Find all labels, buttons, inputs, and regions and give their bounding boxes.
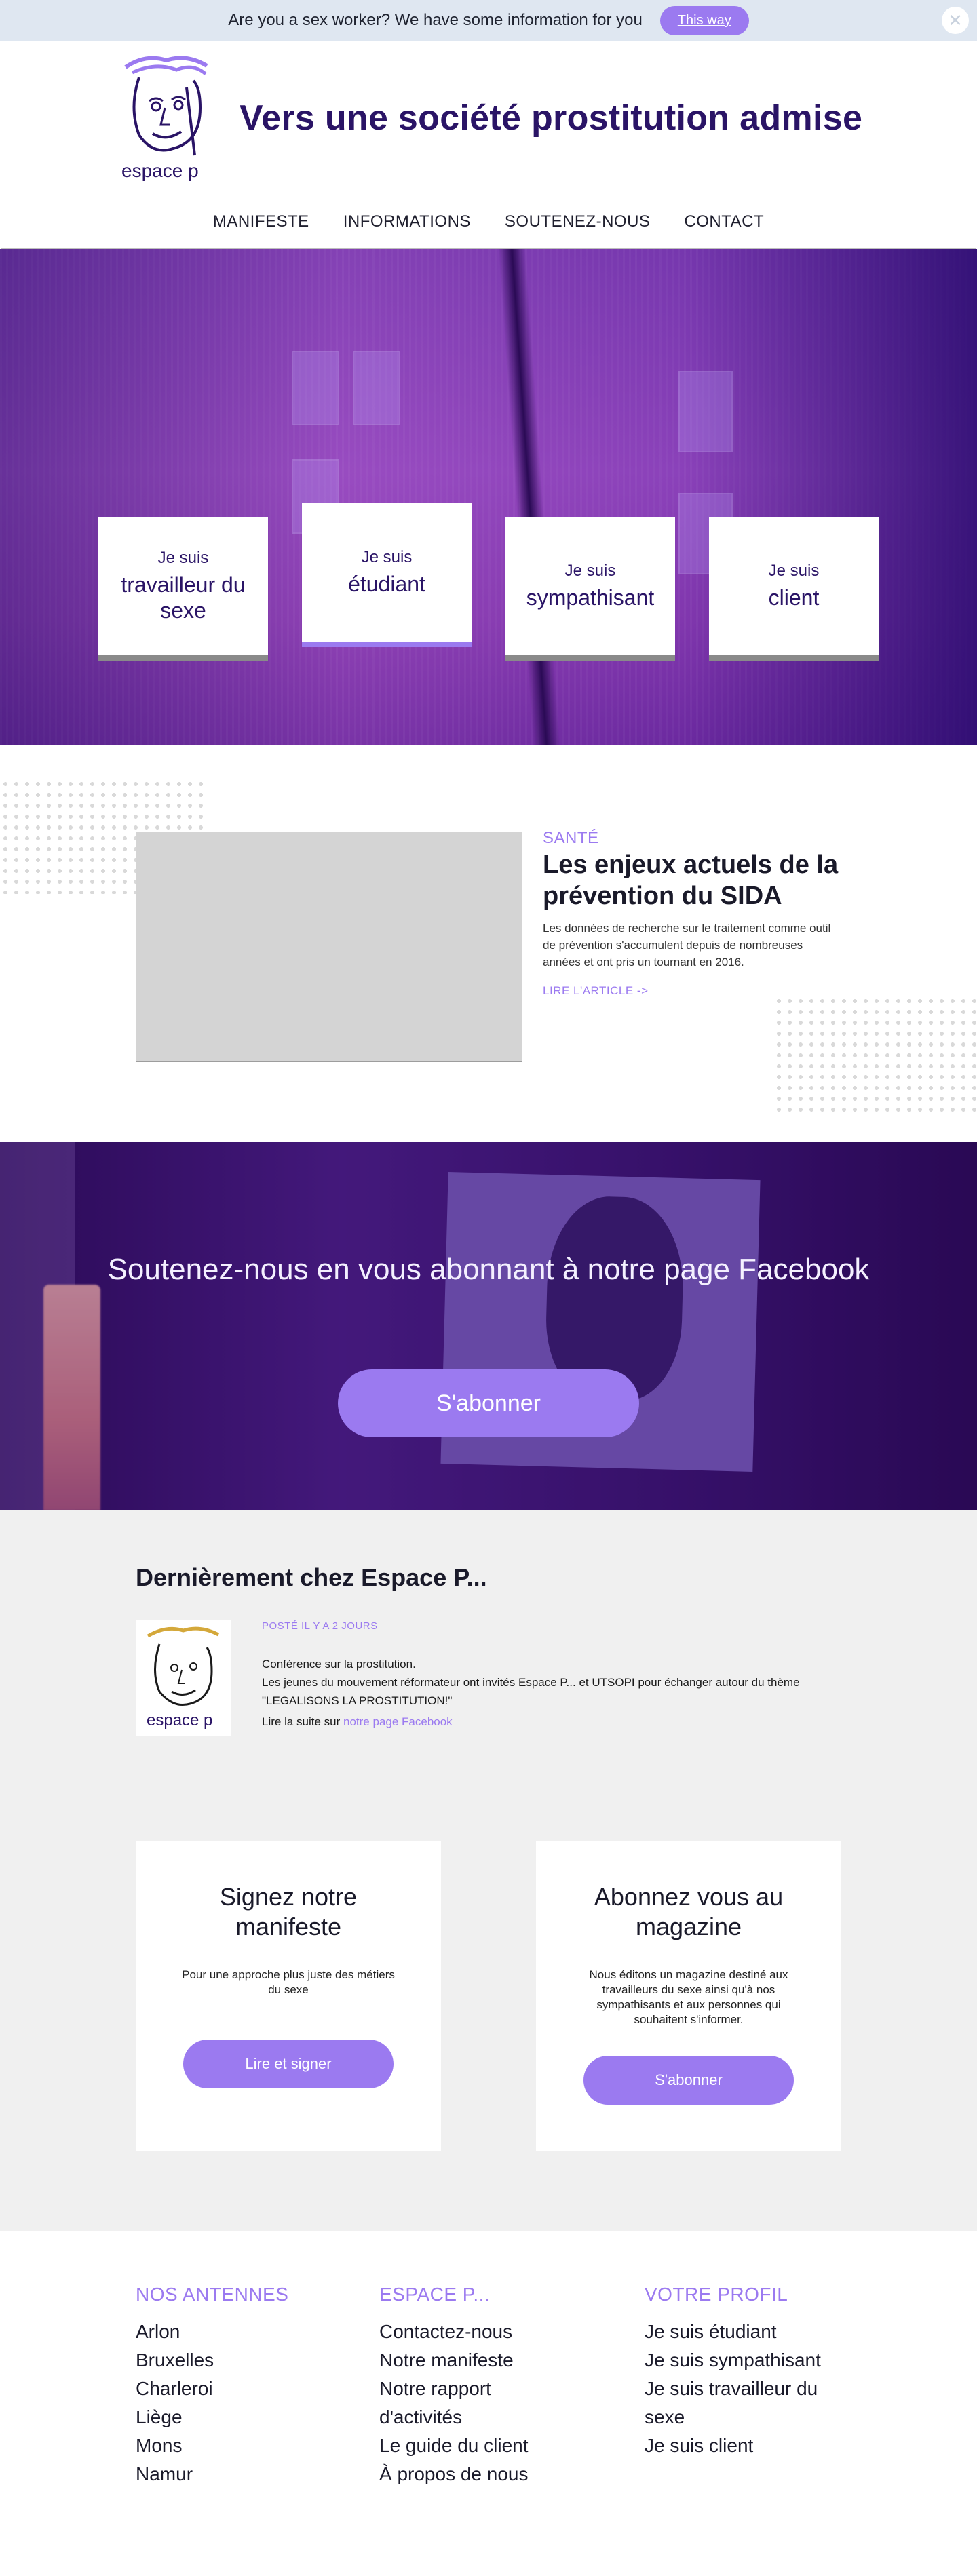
profile-card-sex-worker[interactable]: Je suis travailleur du sexe [98, 517, 268, 661]
footer-link[interactable]: Mons [136, 2432, 288, 2460]
facebook-subscribe-button[interactable]: S'abonner [338, 1369, 639, 1437]
footer-link[interactable]: Arlon [136, 2318, 288, 2346]
footer-link[interactable]: Charleroi [136, 2375, 288, 2403]
this-way-button[interactable]: This way [659, 5, 749, 35]
facebook-heading: Soutenez-nous en vous abonnant à notre p… [107, 1253, 870, 1286]
manifesto-text: Pour une approche plus juste des métiers… [182, 1968, 395, 1996]
profile-card-label: client [768, 585, 820, 610]
profile-card-client[interactable]: Je suis client [709, 517, 879, 661]
footer-link[interactable]: Notre manifeste [379, 2346, 569, 2375]
footer-link[interactable]: Bruxelles [136, 2346, 288, 2375]
post-line: Conférence sur la prostitution. [262, 1658, 416, 1671]
logo-wordmark: espace p [147, 1711, 212, 1730]
read-article-link[interactable]: LIRE L'ARTICLE -> [543, 984, 649, 998]
facebook-page-link[interactable]: notre page Facebook [343, 1715, 453, 1728]
dot-pattern [773, 996, 977, 1114]
hero-section: Je suis travailleur du sexe Je suis étud… [0, 249, 977, 745]
footer-link[interactable]: À propos de nous [379, 2460, 569, 2489]
profile-card-prefix: Je suis [361, 548, 413, 566]
magazine-subscribe-button[interactable]: S'abonner [583, 2056, 794, 2105]
profile-card-prefix: Je suis [564, 562, 616, 580]
site-title: Vers une société prostitution admise [240, 98, 863, 138]
background-window [678, 371, 733, 452]
footer-heading: NOS ANTENNES [136, 2284, 289, 2305]
footer-link[interactable]: Contactez-nous [379, 2318, 569, 2346]
post-line: "LEGALISONS LA PROSTITUTION!" [262, 1694, 453, 1707]
profile-card-label: travailleur du sexe [121, 572, 246, 623]
footer-col-antennes: NOS ANTENNES Arlon Bruxelles Charleroi L… [136, 2284, 288, 2489]
profile-card-prefix: Je suis [157, 549, 209, 567]
background-window [292, 351, 339, 425]
site-header: espace p Vers une société prostitution a… [0, 41, 977, 195]
featured-article: SANTÉ Les enjeux actuels de la préventio… [0, 745, 977, 1142]
footer-link[interactable]: Je suis travailleur du sexe [645, 2375, 862, 2432]
footer-link[interactable]: Je suis client [645, 2432, 862, 2460]
article-image-placeholder[interactable] [136, 832, 522, 1062]
read-more-prefix: Lire la suite sur [262, 1715, 341, 1728]
manifesto-title: Signez notre manifeste [219, 1883, 358, 1940]
footer-link[interactable]: Le guide du client [379, 2432, 569, 2460]
nav-item-manifeste[interactable]: MANIFESTE [213, 212, 309, 231]
background-window [353, 351, 400, 425]
read-more: Lire la suite sur notre page Facebook [262, 1715, 845, 1729]
latest-post: espace p POSTÉ IL Y A 2 JOURS Conférence… [136, 1620, 845, 1736]
facebook-section: Soutenez-nous en vous abonnant à notre p… [0, 1142, 977, 1510]
post-date: POSTÉ IL Y A 2 JOURS [262, 1620, 378, 1632]
cta-boxes: Signez notre manifeste Pour une approche… [136, 1841, 841, 2151]
magazine-box: Abonnez vous au magazine Nous éditons un… [536, 1841, 841, 2151]
site-footer: NOS ANTENNES Arlon Bruxelles Charleroi L… [0, 2231, 977, 2534]
read-and-sign-button[interactable]: Lire et signer [183, 2040, 394, 2088]
footer-col-espace: ESPACE P... Contactez-nous Notre manifes… [379, 2284, 569, 2489]
post-thumbnail: espace p [136, 1620, 231, 1736]
profile-card-prefix: Je suis [768, 562, 820, 580]
info-banner: Are you a sex worker? We have some infor… [0, 0, 977, 41]
footer-link[interactable]: Je suis sympathisant [645, 2346, 862, 2375]
post-text: Conférence sur la prostitution. Les jeun… [262, 1655, 845, 1710]
footer-link[interactable]: Notre rapport d'activités [379, 2375, 569, 2432]
dark-overlay [0, 1142, 977, 1510]
profile-cards: Je suis travailleur du sexe Je suis étud… [98, 503, 879, 661]
logo-wordmark: espace p [121, 160, 199, 181]
banner-message: Are you a sex worker? We have some infor… [228, 11, 643, 29]
nav-item-informations[interactable]: INFORMATIONS [343, 212, 471, 231]
article-body: SANTÉ Les enjeux actuels de la préventio… [543, 829, 841, 998]
footer-heading: ESPACE P... [379, 2284, 491, 2305]
profile-card-sympathizer[interactable]: Je suis sympathisant [505, 517, 675, 661]
latest-heading: Dernièrement chez Espace P... [136, 1563, 487, 1591]
profile-card-label: étudiant [348, 572, 425, 596]
espace-p-logo-small: espace p [147, 1626, 220, 1730]
article-title[interactable]: Les enjeux actuels de la prévention du S… [543, 849, 841, 912]
nav-item-soutenez-nous[interactable]: SOUTENEZ-NOUS [505, 212, 651, 231]
nav-item-contact[interactable]: CONTACT [684, 212, 764, 231]
footer-link[interactable]: Liège [136, 2403, 288, 2432]
article-category: SANTÉ [543, 829, 599, 847]
post-line: Les jeunes du mouvement réformateur ont … [262, 1676, 800, 1689]
espace-p-logo[interactable]: espace p [119, 54, 214, 182]
post-content: POSTÉ IL Y A 2 JOURS Conférence sur la p… [262, 1620, 845, 1736]
footer-link[interactable]: Je suis étudiant [645, 2318, 862, 2346]
manifesto-box: Signez notre manifeste Pour une approche… [136, 1841, 441, 2151]
main-nav: MANIFESTE INFORMATIONS SOUTENEZ-NOUS CON… [1, 195, 976, 249]
latest-section: Dernièrement chez Espace P... espace p P… [0, 1510, 977, 2231]
magazine-text: Nous éditons un magazine destiné aux tra… [589, 1968, 788, 2026]
close-icon[interactable]: ✕ [942, 7, 969, 34]
curtain-shadow [498, 249, 560, 745]
profile-card-label: sympathisant [526, 585, 655, 610]
footer-link[interactable]: Namur [136, 2460, 288, 2489]
footer-heading: VOTRE PROFIL [645, 2284, 788, 2305]
article-excerpt: Les données de recherche sur le traiteme… [543, 922, 831, 969]
profile-card-student[interactable]: Je suis étudiant [302, 503, 472, 647]
footer-col-profil: VOTRE PROFIL Je suis étudiant Je suis sy… [645, 2284, 862, 2460]
magazine-title: Abonnez vous au magazine [594, 1883, 784, 1940]
